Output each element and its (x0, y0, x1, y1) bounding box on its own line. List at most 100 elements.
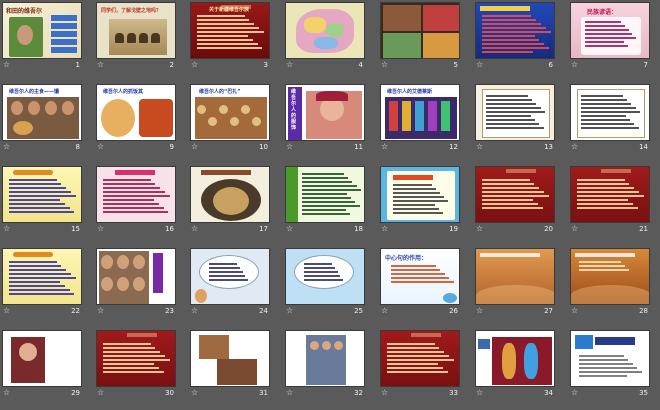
text-lines (9, 179, 77, 215)
logo-text (595, 337, 635, 345)
slide-thumbnail-9[interactable]: 维吾尔人的抓饭其 ☆ 9 (96, 84, 176, 152)
slide-preview[interactable] (190, 248, 270, 305)
slide-preview[interactable] (2, 248, 82, 305)
slide-preview[interactable] (190, 166, 270, 223)
slide-preview[interactable] (2, 166, 82, 223)
slide-preview[interactable] (285, 248, 365, 305)
slide-thumbnail-35[interactable]: ☆ 35 (570, 330, 650, 398)
sand-dune (476, 285, 554, 304)
slide-thumbnail-20[interactable]: ☆ 20 (475, 166, 555, 234)
transition-star-icon: ☆ (97, 142, 105, 151)
slide-preview[interactable] (475, 84, 555, 141)
slide-preview[interactable] (2, 330, 82, 387)
slide-preview[interactable] (285, 2, 365, 59)
slide-preview[interactable] (380, 166, 460, 223)
naan-bread (13, 121, 33, 135)
slide-number: 27 (544, 307, 553, 315)
slide-number: 23 (165, 307, 174, 315)
slide-thumbnail-29[interactable]: ☆ 29 (2, 330, 82, 398)
slide-title: 维吾尔人的“巴扎” (199, 89, 241, 95)
slide-thumbnail-13[interactable]: ☆ 13 (475, 84, 555, 152)
slide-preview[interactable] (475, 248, 555, 305)
slide-thumbnail-14[interactable]: ☆ 14 (570, 84, 650, 152)
slide-thumbnail-23[interactable]: ☆ 23 (96, 248, 176, 316)
slide-thumbnail-28[interactable]: ☆ 28 (570, 248, 650, 316)
slide-preview[interactable] (380, 330, 460, 387)
slide-thumbnail-6[interactable]: ☆ 6 (475, 2, 555, 70)
fabric-roll (441, 101, 450, 131)
slide-preview[interactable] (285, 330, 365, 387)
slide-thumbnail-18[interactable]: ☆ 18 (285, 166, 365, 234)
slide-thumbnail-30[interactable]: ☆ 30 (96, 330, 176, 398)
text-lines (393, 184, 449, 216)
slide-caption: ☆ 13 (475, 142, 555, 152)
slide-preview[interactable]: 民族谚语： (570, 2, 650, 59)
slide-preview[interactable] (380, 2, 460, 59)
slide-thumbnail-17[interactable]: ☆ 17 (190, 166, 270, 234)
slide-caption: ☆ 5 (380, 60, 460, 70)
slide-preview[interactable] (96, 330, 176, 387)
slide-preview[interactable] (96, 166, 176, 223)
slide-preview[interactable]: 和田的维吾尔 (2, 2, 82, 59)
transition-star-icon: ☆ (3, 224, 11, 233)
menu-button (51, 15, 77, 21)
slide-preview[interactable] (190, 330, 270, 387)
slide-thumbnail-22[interactable]: ☆ 22 (2, 248, 82, 316)
slide-thumbnail-7[interactable]: 民族谚语： ☆ 7 (570, 2, 650, 70)
slide-preview[interactable]: 维吾尔人的抓饭其 (96, 84, 176, 141)
slide-thumbnail-2[interactable]: 同学们，了解戈壁之地吗？ ☆ 2 (96, 2, 176, 70)
slide-preview[interactable] (475, 2, 555, 59)
slide-thumbnail-34[interactable]: ☆ 34 (475, 330, 555, 398)
slide-number: 8 (75, 143, 80, 151)
text-lines (197, 15, 265, 51)
transition-star-icon: ☆ (571, 60, 579, 69)
transition-star-icon: ☆ (286, 60, 294, 69)
transition-star-icon: ☆ (191, 306, 199, 315)
slide-thumbnail-21[interactable]: ☆ 21 (570, 166, 650, 234)
slide-preview[interactable] (475, 330, 555, 387)
transition-star-icon: ☆ (286, 388, 294, 397)
slide-preview[interactable]: 维吾尔人的服饰 (285, 84, 365, 141)
photo (383, 5, 421, 31)
slide-thumbnail-32[interactable]: ☆ 32 (285, 330, 365, 398)
slide-preview[interactable]: 同学们，了解戈壁之地吗？ (96, 2, 176, 59)
slide-thumbnail-15[interactable]: ☆ 15 (2, 166, 82, 234)
slide-thumbnail-31[interactable]: ☆ 31 (190, 330, 270, 398)
slide-thumbnail-12[interactable]: 维吾尔人的艾德莱斯 ☆ 12 (380, 84, 460, 152)
slide-thumbnail-33[interactable]: ☆ 33 (380, 330, 460, 398)
title-bar (506, 169, 536, 173)
slide-thumbnail-1[interactable]: 和田的维吾尔 ☆ 1 (2, 2, 82, 70)
title-bar (201, 170, 251, 175)
slide-number: 33 (449, 389, 458, 397)
title-bar (480, 6, 530, 11)
slide-thumbnail-26[interactable]: 中心句的作用： ☆ 26 (380, 248, 460, 316)
photo-naan (213, 187, 249, 215)
slide-thumbnail-24[interactable]: ☆ 24 (190, 248, 270, 316)
photo-face (133, 255, 145, 269)
slide-thumbnail-16[interactable]: ☆ 16 (96, 166, 176, 234)
slide-number: 15 (71, 225, 80, 233)
slide-thumbnail-25[interactable]: ☆ 25 (285, 248, 365, 316)
slide-preview[interactable] (570, 248, 650, 305)
slide-thumbnail-3[interactable]: 关于新疆维吾尔族 ☆ 3 (190, 2, 270, 70)
slide-thumbnail-27[interactable]: ☆ 27 (475, 248, 555, 316)
slide-preview[interactable]: 中心句的作用： (380, 248, 460, 305)
slide-thumbnail-8[interactable]: 维吾尔人的主食——馕 ☆ 8 (2, 84, 82, 152)
slide-thumbnail-4[interactable]: ☆ 4 (285, 2, 365, 70)
slide-preview[interactable] (96, 248, 176, 305)
slide-preview[interactable] (570, 84, 650, 141)
slide-preview[interactable]: 维吾尔人的“巴扎” (190, 84, 270, 141)
slide-preview[interactable]: 维吾尔人的艾德莱斯 (380, 84, 460, 141)
slide-preview[interactable] (570, 330, 650, 387)
slide-thumbnail-11[interactable]: 维吾尔人的服饰 ☆ 11 (285, 84, 365, 152)
slide-preview[interactable] (570, 166, 650, 223)
slide-preview[interactable] (475, 166, 555, 223)
slide-preview[interactable]: 维吾尔人的主食——馕 (2, 84, 82, 141)
slide-thumbnail-10[interactable]: 维吾尔人的“巴扎” ☆ 10 (190, 84, 270, 152)
slide-thumbnail-5[interactable]: ☆ 5 (380, 2, 460, 70)
slide-thumbnail-19[interactable]: ☆ 19 (380, 166, 460, 234)
slide-preview[interactable]: 关于新疆维吾尔族 (190, 2, 270, 59)
slide-preview[interactable] (285, 166, 365, 223)
bazaar-goods (197, 105, 206, 114)
transition-star-icon: ☆ (476, 60, 484, 69)
